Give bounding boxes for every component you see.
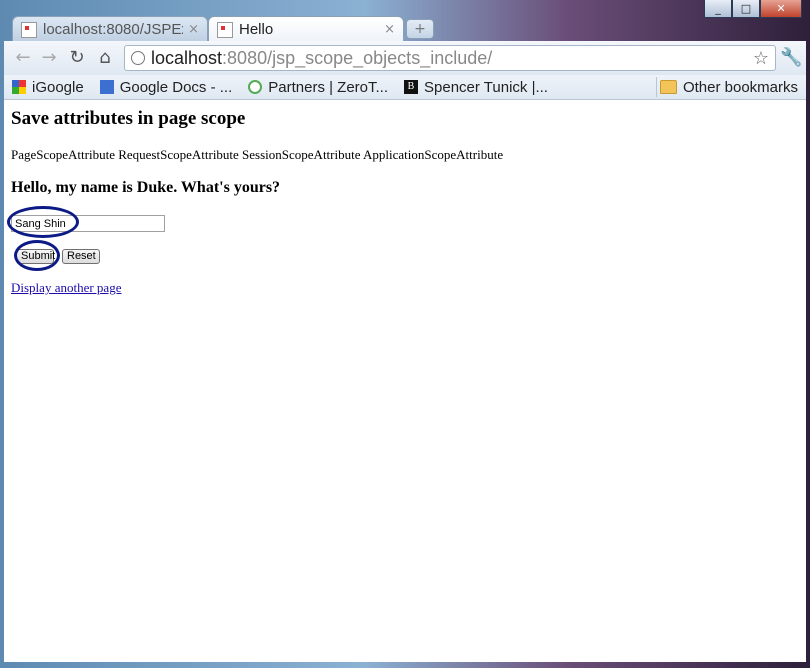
minimize-button[interactable]: _ bbox=[704, 0, 732, 18]
page-content: Save attributes in page scope PageScopeA… bbox=[4, 100, 806, 662]
bookmark-label: Spencer Tunick |... bbox=[424, 78, 548, 96]
spencer-tunick-icon: B bbox=[404, 80, 419, 94]
bookmark-star-icon[interactable]: ☆ bbox=[753, 48, 769, 69]
bookmark-igoogle[interactable]: iGoogle bbox=[12, 79, 84, 96]
page-favicon-icon bbox=[217, 21, 233, 38]
folder-icon bbox=[659, 80, 677, 94]
bookmarks-bar: iGoogle Google Docs - ... Partners | Zer… bbox=[4, 75, 806, 100]
annotation-circle bbox=[7, 206, 79, 238]
home-icon[interactable]: ⌂ bbox=[94, 47, 116, 69]
window-controls: _ □ ✕ bbox=[704, 0, 802, 18]
back-icon[interactable]: ← bbox=[12, 47, 34, 69]
other-bookmarks[interactable]: Other bookmarks bbox=[659, 78, 798, 96]
url-host: localhost bbox=[151, 47, 223, 68]
scope-attributes-text: PageScopeAttribute RequestScopeAttribute… bbox=[11, 147, 504, 162]
close-tab-icon[interactable]: × bbox=[188, 22, 199, 37]
google-docs-icon bbox=[99, 80, 114, 94]
url-path: :8080/jsp_scope_objects_include/ bbox=[222, 47, 493, 68]
igoogle-icon bbox=[12, 80, 26, 94]
bookmark-label: Google Docs - ... bbox=[119, 78, 233, 96]
url-text: localhost:8080/jsp_scope_objects_include… bbox=[151, 48, 492, 69]
bookmark-partners[interactable]: Partners | ZeroT... bbox=[248, 79, 388, 96]
page-favicon-icon bbox=[21, 21, 37, 38]
toolbar: ← → ↻ ⌂ localhost:8080/jsp_scope_objects… bbox=[4, 41, 806, 75]
close-tab-icon[interactable]: × bbox=[384, 22, 395, 37]
tab-localhost[interactable]: localhost:8080/JSPExa × bbox=[12, 16, 208, 42]
display-another-page-link[interactable]: Display another page bbox=[11, 280, 121, 296]
globe-icon bbox=[131, 51, 145, 65]
bookmark-google-docs[interactable]: Google Docs - ... bbox=[99, 78, 233, 96]
browser-window: _ □ ✕ localhost:8080/JSPExa × Hello × + … bbox=[0, 0, 810, 668]
partners-icon bbox=[248, 80, 263, 94]
bookmark-spencer-tunick[interactable]: B Spencer Tunick |... bbox=[404, 79, 548, 96]
address-bar[interactable]: localhost:8080/jsp_scope_objects_include… bbox=[124, 45, 776, 71]
reload-icon[interactable]: ↻ bbox=[66, 47, 88, 69]
annotation-circle bbox=[14, 240, 60, 271]
tab-hello[interactable]: Hello × bbox=[208, 16, 404, 42]
reset-button[interactable]: Reset bbox=[62, 249, 100, 264]
bookmark-label: iGoogle bbox=[32, 78, 84, 96]
forward-icon[interactable]: → bbox=[38, 47, 60, 69]
bookmarks-divider bbox=[656, 77, 657, 97]
new-tab-button[interactable]: + bbox=[406, 19, 434, 39]
tab-title: Hello bbox=[239, 21, 274, 38]
bookmark-label: Partners | ZeroT... bbox=[268, 78, 389, 96]
page-heading: Save attributes in page scope bbox=[11, 108, 246, 129]
maximize-button[interactable]: □ bbox=[732, 0, 760, 18]
other-bookmarks-label: Other bookmarks bbox=[682, 78, 798, 96]
tab-title: localhost:8080/JSPExa bbox=[43, 21, 183, 38]
close-window-button[interactable]: ✕ bbox=[760, 0, 802, 18]
wrench-icon[interactable]: 🔧 bbox=[780, 47, 802, 69]
greeting-heading: Hello, my name is Duke. What's yours? bbox=[11, 179, 281, 196]
